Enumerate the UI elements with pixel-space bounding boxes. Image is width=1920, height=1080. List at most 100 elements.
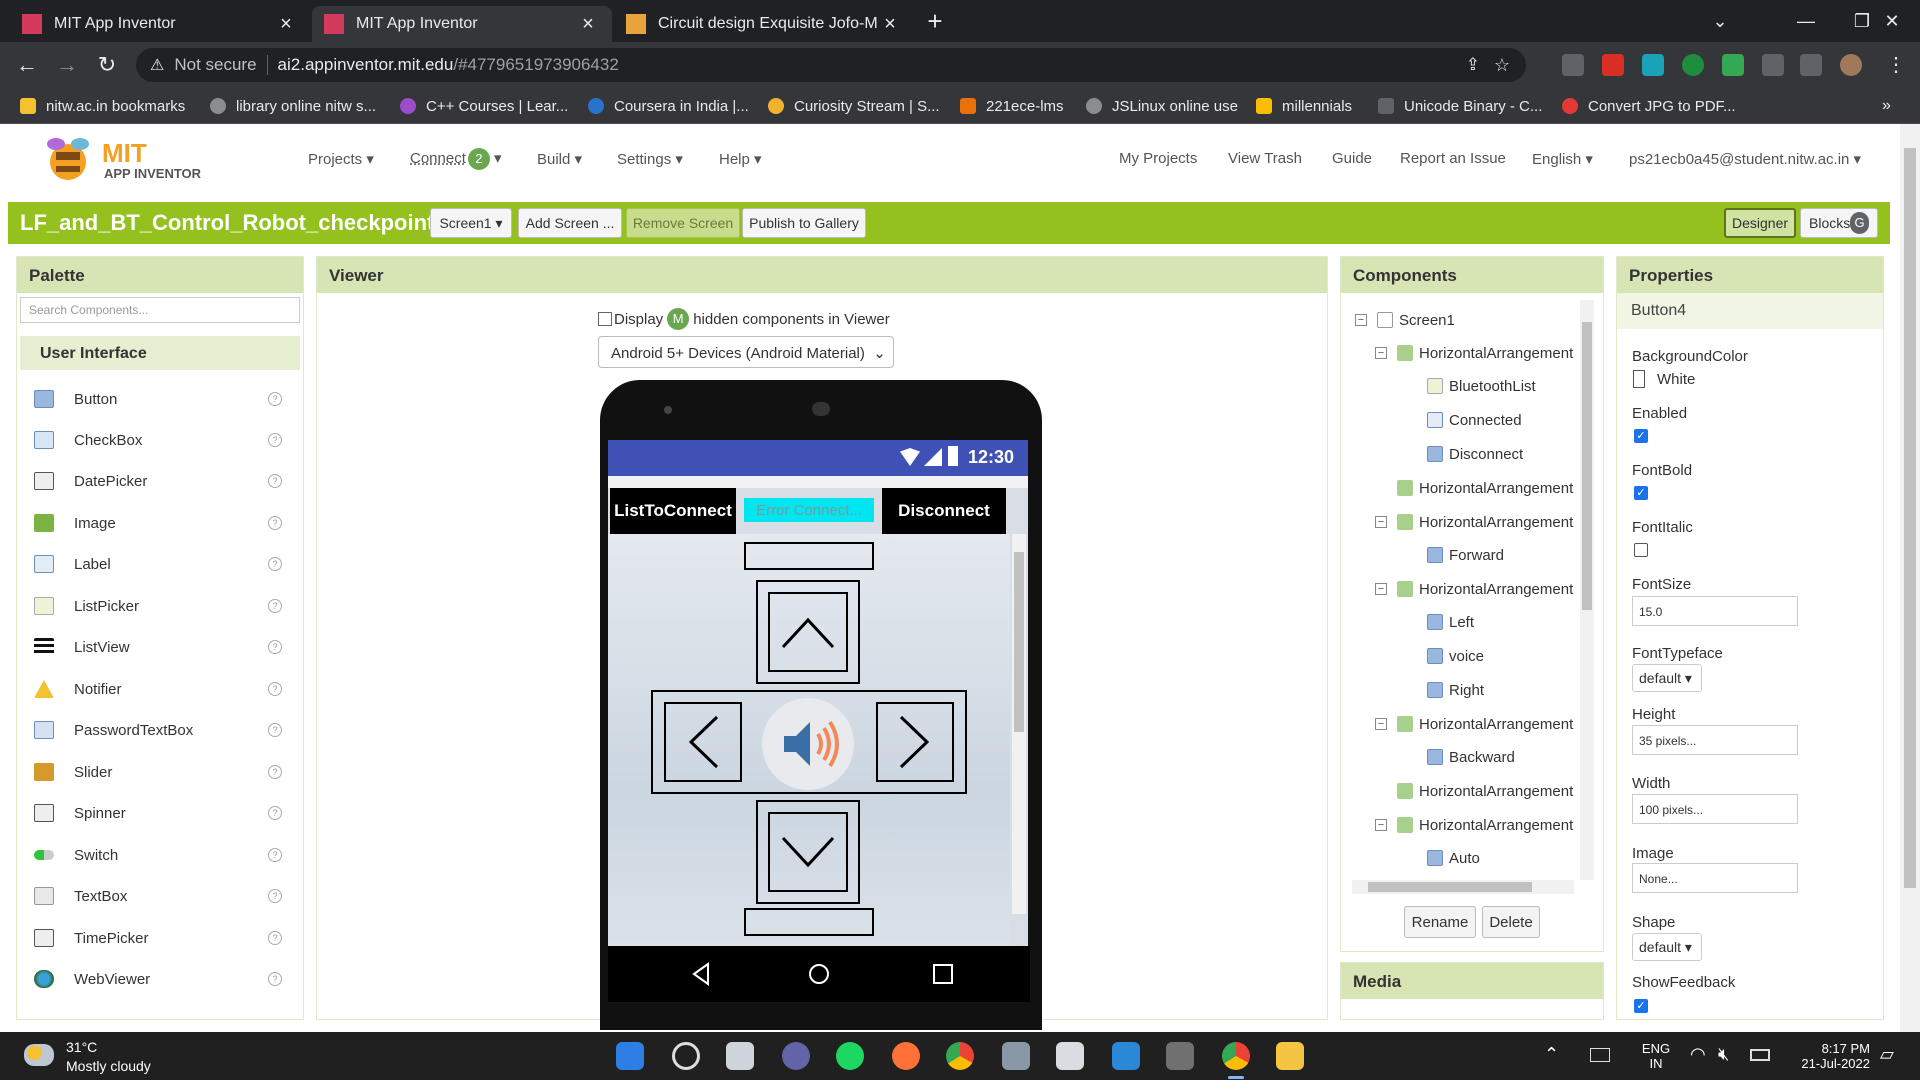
search-icon[interactable] [672, 1042, 700, 1070]
palette-item-checkbox[interactable]: CheckBox? [34, 425, 284, 455]
chrome-menu-icon[interactable]: ⋮ [1886, 52, 1906, 77]
palette-item-label[interactable]: Label? [34, 549, 284, 579]
tree-item-auto[interactable]: Auto [1427, 847, 1480, 869]
profile-avatar[interactable] [1840, 54, 1862, 76]
collapse-toggle-icon[interactable]: − [1375, 347, 1387, 359]
help-icon[interactable]: ? [268, 557, 282, 571]
bookmark-item[interactable]: JSLinux online use [1086, 95, 1238, 117]
url-text[interactable]: ai2.appinventor.mit.edu/#477965197390643… [278, 55, 619, 75]
grammarly-icon[interactable] [1682, 54, 1704, 76]
tree-item-screen1[interactable]: − Screen1 [1355, 309, 1455, 331]
prop-showfeedback-checkbox[interactable]: ✓ [1634, 999, 1648, 1013]
bookmark-item[interactable]: 221ece-lms [960, 95, 1064, 117]
tree-item-backward[interactable]: Backward [1427, 746, 1515, 768]
help-icon[interactable]: ? [268, 765, 282, 779]
task-view-icon[interactable] [726, 1042, 754, 1070]
category-user-interface[interactable]: User Interface [20, 336, 300, 370]
screen-select-button[interactable]: Screen1 ▾ [430, 208, 512, 238]
palette-item-switch[interactable]: Switch? [34, 840, 284, 870]
weather-temp[interactable]: 31°C [66, 1039, 97, 1055]
bookmark-item[interactable]: nitw.ac.in bookmarks [20, 95, 185, 117]
bookmark-item[interactable]: Curiosity Stream | S... [768, 95, 940, 117]
bookmark-item[interactable]: Convert JPG to PDF... [1562, 95, 1736, 117]
tab-search-icon[interactable]: ⌄ [1692, 0, 1748, 42]
screen-scrollbar[interactable] [1012, 534, 1026, 914]
forward-icon[interactable]: → [52, 50, 82, 80]
search-components-input[interactable]: Search Components... [20, 297, 300, 323]
battery-tray-icon[interactable] [1750, 1049, 1770, 1061]
collapse-toggle-icon[interactable]: − [1375, 516, 1387, 528]
chrome-active-icon[interactable] [1222, 1042, 1250, 1070]
extension-2-icon[interactable] [1602, 54, 1624, 76]
chrome-icon[interactable] [946, 1042, 974, 1070]
components-hscroll-thumb[interactable] [1368, 882, 1532, 892]
tree-item-forward[interactable]: Forward [1427, 544, 1504, 566]
bookmark-star-icon[interactable]: ☆ [1494, 55, 1510, 76]
tree-item-voice[interactable]: voice [1427, 645, 1484, 667]
app-inventor-logo[interactable]: MIT APP INVENTOR [44, 132, 204, 184]
bookmark-item[interactable]: C++ Courses | Lear... [400, 95, 568, 117]
extension-3-icon[interactable] [1642, 54, 1664, 76]
tray-chevron-icon[interactable]: ⌃ [1544, 1044, 1559, 1065]
list-to-connect-button[interactable]: ListToConnect [610, 488, 736, 534]
extension-5-icon[interactable] [1722, 54, 1744, 76]
link-report-issue[interactable]: Report an Issue [1400, 150, 1506, 167]
tree-item-disconnect[interactable]: Disconnect [1427, 443, 1523, 465]
help-icon[interactable]: ? [268, 599, 282, 613]
palette-item-slider[interactable]: Slider? [34, 757, 284, 787]
minimize-button[interactable]: — [1778, 0, 1834, 42]
help-icon[interactable]: ? [268, 433, 282, 447]
firefox-icon[interactable] [892, 1042, 920, 1070]
menu-projects[interactable]: Projects ▾ [308, 150, 374, 168]
notifications-icon[interactable]: ▱ [1880, 1044, 1894, 1065]
weather-desc[interactable]: Mostly cloudy [66, 1058, 151, 1074]
add-screen-button[interactable]: Add Screen ... [518, 208, 622, 238]
page-scrollbar-thumb[interactable] [1904, 148, 1916, 888]
components-vscroll-thumb[interactable] [1582, 322, 1592, 610]
tree-item-right[interactable]: Right [1427, 679, 1484, 701]
menu-account[interactable]: ps21ecb0a45@student.nitw.ac.in ▾ [1629, 150, 1861, 168]
link-my-projects[interactable]: My Projects [1119, 150, 1197, 167]
extension-1-icon[interactable] [1562, 54, 1584, 76]
palette-item-button[interactable]: Button? [34, 384, 284, 414]
publish-gallery-button[interactable]: Publish to Gallery [742, 208, 866, 238]
help-icon[interactable]: ? [268, 806, 282, 820]
tree-item-arrangement[interactable]: − HorizontalArrangement [1375, 578, 1573, 600]
camera-app-icon[interactable] [1002, 1042, 1030, 1070]
help-icon[interactable]: ? [268, 723, 282, 737]
browser-tab-2[interactable]: MIT App Inventor × [312, 6, 612, 42]
warning-icon[interactable]: ⚠ [150, 55, 164, 75]
close-tab-icon[interactable]: × [576, 13, 600, 36]
help-icon[interactable]: ? [268, 931, 282, 945]
clock[interactable]: 8:17 PM 21-Jul-2022 [1786, 1032, 1870, 1080]
menu-settings[interactable]: Settings ▾ [617, 150, 683, 168]
prop-width-input[interactable]: 100 pixels... [1632, 794, 1798, 824]
display-hidden-option[interactable]: Display M hidden components in Viewer [598, 308, 890, 330]
new-tab-button[interactable]: + [920, 6, 950, 37]
reload-icon[interactable]: ↻ [92, 50, 122, 80]
components-hscroll[interactable] [1352, 880, 1574, 894]
close-window-button[interactable]: ✕ [1864, 0, 1920, 42]
tree-item-bluetoothlist[interactable]: BluetoothList [1427, 375, 1536, 397]
left-button[interactable] [664, 702, 742, 782]
prop-height-input[interactable]: 35 pixels... [1632, 725, 1798, 755]
extensions-puzzle-icon[interactable] [1762, 54, 1784, 76]
bookmark-item[interactable]: Unicode Binary - C... [1378, 95, 1542, 117]
bookmark-item[interactable]: millennials [1256, 95, 1352, 117]
link-view-trash[interactable]: View Trash [1228, 150, 1302, 167]
forward-button[interactable] [768, 592, 848, 672]
help-icon[interactable]: ? [268, 972, 282, 986]
help-icon[interactable]: ? [268, 848, 282, 862]
palette-item-image[interactable]: Image? [34, 508, 284, 538]
tree-item-arrangement[interactable]: − HorizontalArrangement [1375, 511, 1573, 533]
help-icon[interactable]: ? [268, 682, 282, 696]
voice-button[interactable] [762, 698, 854, 790]
help-icon[interactable]: ? [268, 889, 282, 903]
tree-item-arrangement[interactable]: HorizontalArrangement [1397, 780, 1573, 802]
page-scrollbar[interactable] [1900, 124, 1920, 1032]
menu-build[interactable]: Build ▾ [537, 150, 582, 168]
menu-connect[interactable]: Connect 2 ▾ [410, 148, 502, 170]
share-icon[interactable]: ⇪ [1466, 55, 1480, 75]
omnibox[interactable]: ⚠ Not secure ai2.appinventor.mit.edu/#47… [136, 48, 1526, 82]
spotify-icon[interactable] [836, 1042, 864, 1070]
